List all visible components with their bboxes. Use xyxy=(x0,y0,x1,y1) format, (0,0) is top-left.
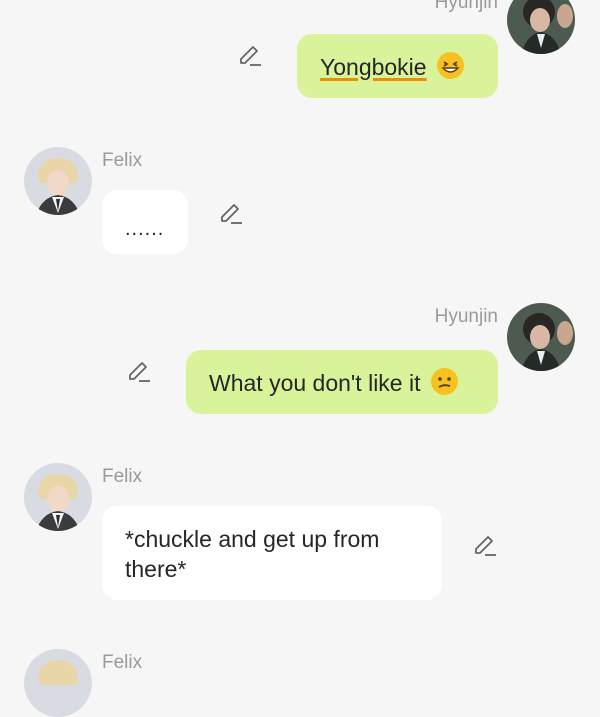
grinning-squint-face-icon xyxy=(436,52,464,79)
message-bubble[interactable]: ...... xyxy=(102,190,188,254)
message-text: ...... xyxy=(125,218,165,240)
message-text: Yongbokie xyxy=(320,54,427,80)
confused-face-icon xyxy=(430,368,458,395)
sender-name: Felix xyxy=(102,652,143,673)
edit-pencil-icon[interactable] xyxy=(126,359,152,385)
edit-pencil-icon[interactable] xyxy=(472,533,498,559)
sender-name: Hyunjin xyxy=(434,0,498,13)
message-text: *chuckle and get up from there* xyxy=(125,526,380,582)
message-bubble[interactable]: What you don't like it xyxy=(186,350,498,414)
sender-name: Felix xyxy=(102,466,143,487)
sender-name: Hyunjin xyxy=(434,306,498,327)
edit-pencil-icon[interactable] xyxy=(237,43,263,69)
avatar-felix[interactable] xyxy=(24,463,92,531)
message-bubble[interactable]: Yongbokie xyxy=(297,34,498,98)
message-bubble[interactable]: *chuckle and get up from there* xyxy=(102,506,442,600)
avatar-felix[interactable] xyxy=(24,147,92,215)
avatar-felix[interactable] xyxy=(24,649,92,717)
avatar-hyunjin[interactable] xyxy=(507,303,575,371)
avatar-hyunjin[interactable] xyxy=(507,0,575,54)
sender-name: Felix xyxy=(102,150,143,171)
message-text: What you don't like it xyxy=(209,370,421,396)
edit-pencil-icon[interactable] xyxy=(218,201,244,227)
